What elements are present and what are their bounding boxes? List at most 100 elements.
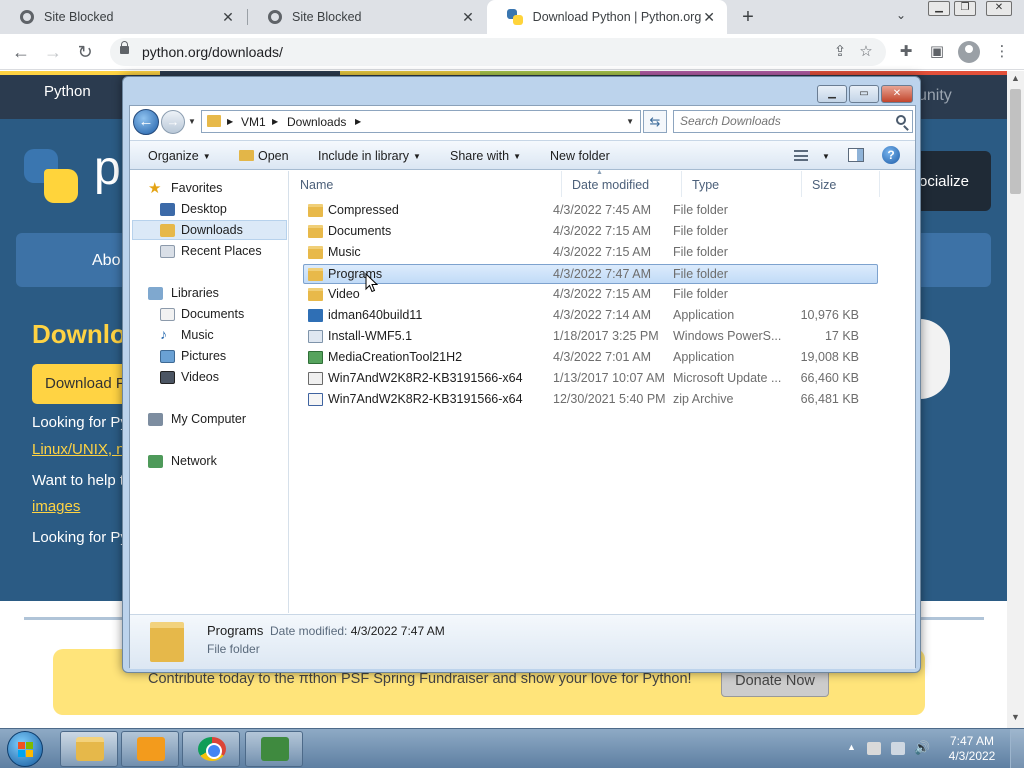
- column-header-size[interactable]: Size: [802, 171, 880, 197]
- new-folder-button[interactable]: New folder: [550, 149, 610, 163]
- start-button[interactable]: [7, 731, 43, 767]
- python-logo-icon[interactable]: [24, 149, 80, 205]
- images-link[interactable]: images: [32, 498, 80, 515]
- back-arrow-icon[interactable]: ←: [133, 109, 159, 135]
- details-type: File folder: [207, 642, 260, 656]
- nav-community-link[interactable]: unity: [918, 87, 952, 105]
- help-icon[interactable]: ?: [882, 146, 900, 164]
- action-center-flag-icon[interactable]: [867, 742, 881, 755]
- extensions-puzzle-icon[interactable]: ✚: [896, 42, 916, 62]
- file-row[interactable]: MediaCreationTool21H2 4/3/2022 7:01 AM A…: [304, 348, 879, 368]
- preview-pane-icon[interactable]: [848, 148, 864, 162]
- nav-recent-places[interactable]: Recent Places: [160, 242, 282, 262]
- tab-search-chevron-icon[interactable]: ⌄: [896, 8, 906, 22]
- column-header-date-modified[interactable]: Date modified: [562, 171, 682, 197]
- tab-download-python[interactable]: Download Python | Python.org ✕: [487, 0, 727, 34]
- breadcrumb-vm1[interactable]: VM1: [241, 115, 266, 129]
- minimize-button[interactable]: ▁: [928, 1, 950, 16]
- os-links-line: Linux/UNIX, n: [32, 441, 125, 458]
- file-row[interactable]: Documents 4/3/2022 7:15 AM File folder: [304, 222, 879, 242]
- address-bar[interactable]: python.org/downloads/: [110, 38, 886, 66]
- star-icon: ★: [148, 180, 162, 197]
- linux-unix-link[interactable]: Linux/UNIX: [32, 441, 108, 458]
- nav-downloads[interactable]: Downloads: [132, 220, 287, 240]
- bookmark-star-icon[interactable]: ☆: [856, 42, 876, 62]
- new-tab-button[interactable]: +: [738, 5, 758, 29]
- column-header-type[interactable]: Type: [682, 171, 802, 197]
- refresh-icon[interactable]: ⇆: [643, 110, 667, 133]
- file-row[interactable]: Win7AndW2K8R2-KB3191566-x64 1/13/2017 10…: [304, 369, 879, 389]
- explorer-address-bar[interactable]: ▶ VM1 ▶ Downloads ▶ ▼: [201, 110, 641, 133]
- restore-button[interactable]: ❐: [954, 1, 976, 16]
- taskbar-download-manager-button[interactable]: [245, 731, 303, 767]
- menu-about-link[interactable]: Abo: [92, 252, 120, 270]
- file-date: 4/3/2022 7:15 AM: [553, 224, 651, 238]
- taskbar-explorer-button[interactable]: [60, 731, 118, 767]
- recent-pages-dropdown-icon[interactable]: ▼: [188, 117, 196, 126]
- search-input[interactable]: [680, 114, 880, 128]
- nav-favorites[interactable]: ★ Favorites: [142, 179, 282, 199]
- file-row[interactable]: Compressed 4/3/2022 7:45 AM File folder: [304, 201, 879, 221]
- menu-kebab-icon[interactable]: ⋮: [992, 42, 1012, 62]
- nav-libraries[interactable]: Libraries: [142, 284, 282, 304]
- include-in-library-menu[interactable]: Include in library ▼: [318, 149, 421, 163]
- tab-close-icon[interactable]: ✕: [460, 9, 476, 26]
- show-hidden-icons-icon[interactable]: ▲: [847, 742, 856, 752]
- file-row-selected[interactable]: Programs 4/3/2022 7:47 AM File folder: [303, 264, 878, 284]
- taskbar-media-player-button[interactable]: [121, 731, 179, 767]
- breadcrumb-chevron-icon[interactable]: ▶: [227, 117, 233, 126]
- taskbar-chrome-button[interactable]: [182, 731, 240, 767]
- address-history-dropdown-icon[interactable]: ▼: [626, 117, 634, 126]
- tab-close-icon[interactable]: ✕: [220, 9, 236, 26]
- taskbar-clock[interactable]: 7:47 AM 4/3/2022: [942, 734, 1002, 764]
- scroll-up-icon[interactable]: ▲: [1011, 73, 1020, 83]
- socialize-button[interactable]: ocialize: [915, 151, 991, 211]
- explorer-maximize-button[interactable]: ▭: [849, 85, 879, 103]
- show-desktop-button[interactable]: [1010, 729, 1024, 768]
- breadcrumb-chevron-icon[interactable]: ▶: [355, 117, 361, 126]
- share-icon[interactable]: ⇪: [830, 42, 850, 62]
- file-row[interactable]: Music 4/3/2022 7:15 AM File folder: [304, 243, 879, 263]
- nav-documents[interactable]: Documents: [160, 305, 282, 325]
- scroll-down-icon[interactable]: ▼: [1011, 712, 1020, 722]
- breadcrumb-chevron-icon[interactable]: ▶: [272, 117, 278, 126]
- page-scrollbar[interactable]: ▲ ▼: [1007, 71, 1024, 728]
- folder-icon: [207, 115, 221, 127]
- nav-desktop[interactable]: Desktop: [160, 200, 282, 220]
- change-view-icon[interactable]: [794, 150, 808, 161]
- nav-network[interactable]: Network: [142, 452, 282, 472]
- explorer-close-button[interactable]: ✕: [881, 85, 913, 103]
- view-options-dropdown-icon[interactable]: ▼: [818, 149, 830, 163]
- open-button[interactable]: Open: [239, 149, 289, 163]
- explorer-minimize-button[interactable]: ▁: [817, 85, 847, 103]
- nav-music[interactable]: ♪ Music: [160, 326, 282, 346]
- tab-title: Site Blocked: [44, 10, 114, 24]
- search-box[interactable]: [673, 110, 913, 133]
- side-panel-icon[interactable]: ▣: [927, 42, 947, 62]
- column-header-name[interactable]: Name: [290, 171, 562, 197]
- scrollbar-thumb[interactable]: [1010, 89, 1021, 194]
- forward-arrow-icon[interactable]: →: [161, 110, 185, 134]
- share-with-menu[interactable]: Share with ▼: [450, 149, 521, 163]
- organize-menu[interactable]: Organize ▼: [148, 149, 211, 163]
- close-window-button[interactable]: ✕: [986, 1, 1012, 16]
- reload-icon[interactable]: ↻: [74, 41, 96, 63]
- file-row[interactable]: Video 4/3/2022 7:15 AM File folder: [304, 285, 879, 305]
- file-row[interactable]: Win7AndW2K8R2-KB3191566-x64 12/30/2021 5…: [304, 390, 879, 410]
- nav-videos[interactable]: Videos: [160, 368, 282, 388]
- back-arrow-icon[interactable]: ←: [10, 41, 32, 63]
- file-row[interactable]: idman640build11 4/3/2022 7:14 AM Applica…: [304, 306, 879, 326]
- network-tray-icon[interactable]: [891, 742, 905, 755]
- nav-pictures[interactable]: Pictures: [160, 347, 282, 367]
- tab-site-blocked-2[interactable]: Site Blocked ✕: [248, 0, 486, 34]
- nav-python-link[interactable]: Python: [44, 83, 91, 100]
- file-row[interactable]: Install-WMF5.1 1/18/2017 3:25 PM Windows…: [304, 327, 879, 347]
- nav-my-computer[interactable]: My Computer: [142, 410, 282, 430]
- breadcrumb-downloads[interactable]: Downloads: [287, 115, 346, 129]
- profile-avatar-icon[interactable]: [958, 41, 980, 63]
- forward-arrow-icon[interactable]: →: [42, 41, 64, 63]
- tab-site-blocked-1[interactable]: Site Blocked ✕: [0, 0, 246, 34]
- search-icon[interactable]: [896, 115, 906, 125]
- tab-close-icon[interactable]: ✕: [701, 9, 717, 26]
- volume-icon[interactable]: 🔊: [914, 740, 930, 755]
